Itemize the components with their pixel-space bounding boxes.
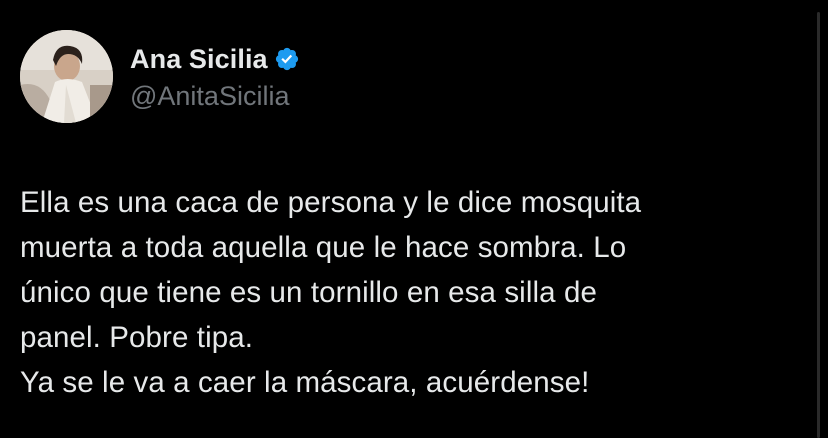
display-name[interactable]: Ana Sicilia [130, 44, 268, 75]
avatar[interactable] [20, 30, 113, 123]
author-names: Ana Sicilia @AnitaSicilia [130, 30, 300, 123]
scrollbar[interactable] [817, 12, 820, 438]
tweet-text: Ella es una caca de persona y le dice mo… [20, 186, 642, 399]
display-name-row: Ana Sicilia [130, 41, 300, 77]
verified-badge-icon[interactable] [274, 46, 300, 72]
tweet-card: Ana Sicilia @AnitaSicilia Ella es una ca… [0, 0, 828, 438]
tweet-header: Ana Sicilia @AnitaSicilia [20, 30, 300, 123]
author-handle[interactable]: @AnitaSicilia [130, 81, 300, 112]
avatar-image [20, 30, 113, 123]
